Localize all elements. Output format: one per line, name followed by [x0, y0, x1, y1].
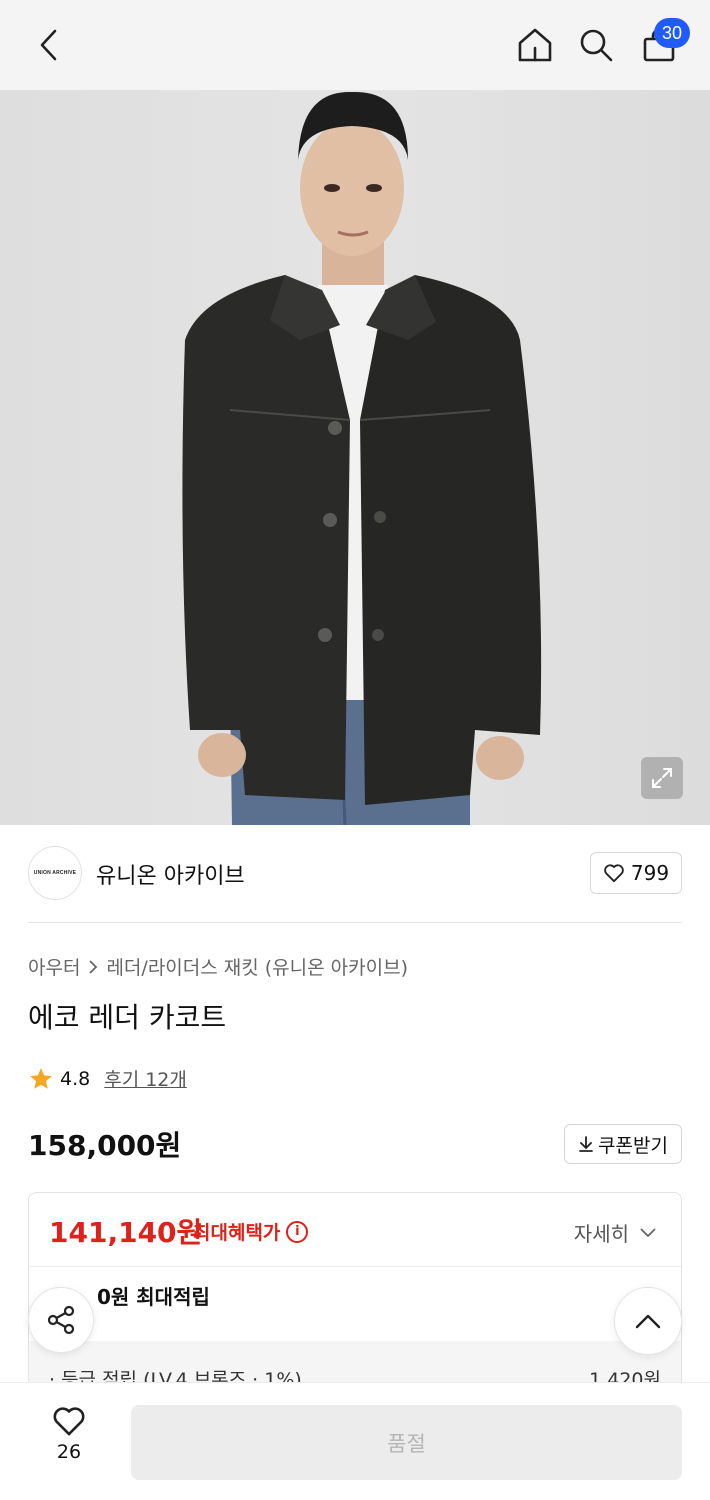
brand-like-button[interactable]: 799: [590, 852, 682, 894]
model-in-leather-jacket-image: [182, 91, 542, 825]
search-icon: [580, 29, 613, 62]
rating-row: 4.8 후기 12개: [28, 1065, 187, 1092]
back-button[interactable]: [26, 22, 72, 68]
coupon-download-button[interactable]: 쿠폰받기: [564, 1124, 682, 1164]
product-image[interactable]: [0, 90, 710, 825]
max-benefit-label-text: 최대혜택가: [193, 1222, 281, 1244]
benefit-header: 141,140원 최대혜택가 i 자세히: [29, 1193, 681, 1267]
coupon-label: 쿠폰받기: [598, 1134, 668, 1157]
breadcrumb: 아우터 레더/라이더스 재킷 (유니온 아카이브): [28, 953, 408, 980]
share-icon: [47, 1305, 75, 1335]
info-icon[interactable]: i: [286, 1220, 309, 1243]
chevron-left-icon: [40, 29, 57, 61]
heart-icon: [53, 1407, 85, 1436]
section-divider: [28, 922, 682, 923]
max-points-title: 0원 최대적립: [97, 1285, 210, 1309]
search-button[interactable]: [573, 22, 619, 68]
top-navigation-bar: 30: [0, 0, 710, 90]
rating-value: 4.8: [60, 1067, 91, 1090]
review-count-link[interactable]: 후기 12개: [104, 1065, 187, 1092]
heart-icon: [604, 864, 624, 883]
breadcrumb-category[interactable]: 아우터: [28, 953, 80, 980]
benefit-detail-toggle[interactable]: 자세히: [574, 1218, 657, 1247]
max-benefit-label: 최대혜택가 i: [193, 1218, 309, 1245]
scroll-to-top-button[interactable]: [614, 1287, 682, 1355]
expand-icon: [652, 768, 672, 788]
expand-image-button[interactable]: [641, 757, 683, 799]
chevron-down-icon: [640, 1227, 656, 1237]
wishlist-button[interactable]: 26: [40, 1405, 98, 1475]
download-icon: [579, 1136, 593, 1152]
cart-button[interactable]: 30: [636, 18, 690, 68]
benefit-detail-label: 자세히: [573, 1222, 629, 1246]
star-icon: [30, 1067, 52, 1089]
product-price: 158,000원: [28, 1129, 182, 1162]
soldout-button[interactable]: 품절: [131, 1405, 682, 1480]
bottom-action-bar: 26 품절: [0, 1382, 710, 1500]
cart-count-badge: 30: [654, 18, 690, 48]
home-icon: [518, 28, 552, 62]
brand-logo-text: UNION ARCHIVE: [33, 870, 77, 876]
product-title: 에코 레더 카코트: [28, 1001, 227, 1034]
breadcrumb-subcategory[interactable]: 레더/라이더스 재킷 (유니온 아카이브): [106, 953, 408, 980]
home-button[interactable]: [512, 22, 558, 68]
chevron-right-icon: [89, 959, 98, 974]
brand-like-count: 799: [630, 861, 670, 885]
share-button[interactable]: [28, 1287, 94, 1353]
chevron-up-icon: [635, 1314, 661, 1329]
brand-name[interactable]: 유니온 아카이브: [96, 858, 245, 890]
brand-logo[interactable]: UNION ARCHIVE: [28, 846, 82, 900]
brand-row: UNION ARCHIVE 유니온 아카이브 799: [28, 842, 682, 904]
wishlist-count: 26: [56, 1441, 82, 1463]
max-benefit-price: 141,140원: [49, 1216, 203, 1249]
